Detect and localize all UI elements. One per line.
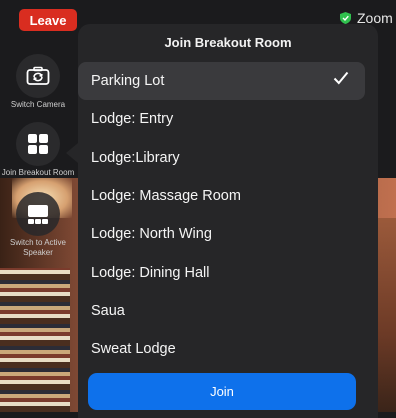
room-name: Lodge: Dining Hall	[91, 264, 210, 281]
popover-arrow	[66, 143, 78, 163]
room-item[interactable]: Lodge: Entry	[78, 100, 378, 138]
room-item[interactable]: Lodge: North Wing	[78, 215, 378, 253]
room-name: Saua	[91, 302, 125, 319]
room-name: Lodge: Massage Room	[91, 188, 241, 205]
grid-icon	[28, 134, 48, 154]
room-item[interactable]: Sweat Lodge	[78, 330, 378, 368]
room-name: Sweat Lodge	[91, 341, 176, 358]
room-list: Parking Lot Lodge: Entry Lodge:Library L…	[78, 62, 378, 368]
active-speaker-control[interactable]: Switch to Active Speaker	[0, 192, 76, 258]
room-name: Lodge:Library	[91, 149, 180, 166]
active-speaker-icon	[28, 205, 48, 224]
sheet-title: Join Breakout Room	[164, 35, 292, 50]
checkmark-icon	[333, 71, 349, 85]
room-item[interactable]: Saua	[78, 292, 378, 330]
room-item[interactable]: Lodge: Massage Room	[78, 177, 378, 215]
switch-camera-label: Switch Camera	[10, 100, 66, 109]
join-breakout-control[interactable]: Join Breakout Room	[0, 122, 76, 178]
active-speaker-label: Switch to Active Speaker	[9, 238, 67, 257]
room-item[interactable]: Parking Lot	[78, 62, 365, 101]
room-name: Parking Lot	[91, 73, 165, 90]
room-name: Lodge: North Wing	[91, 226, 212, 243]
join-button[interactable]: Join	[88, 373, 356, 410]
breakout-room-sheet: Join Breakout Room Parking Lot Lodge: En…	[78, 24, 378, 418]
leave-button[interactable]: Leave	[19, 9, 77, 31]
join-breakout-button[interactable]	[16, 122, 60, 166]
switch-camera-control[interactable]: Switch Camera	[0, 54, 76, 110]
room-item[interactable]: Lodge: Dining Hall	[78, 253, 378, 291]
shield-check-icon	[340, 12, 351, 24]
switch-camera-icon	[26, 66, 50, 85]
join-breakout-label: Join Breakout Room	[1, 168, 75, 177]
switch-camera-button[interactable]	[16, 54, 60, 98]
room-name: Lodge: Entry	[91, 111, 174, 128]
active-speaker-button[interactable]	[16, 192, 60, 236]
video-bookshelf	[0, 268, 70, 412]
room-item[interactable]: Lodge:Library	[78, 139, 378, 177]
